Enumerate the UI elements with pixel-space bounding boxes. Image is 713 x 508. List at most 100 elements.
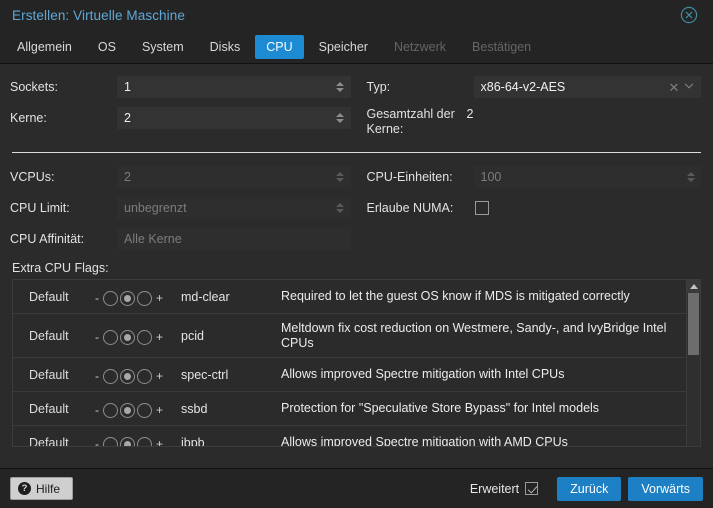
vcpus-spinner[interactable] bbox=[334, 168, 347, 186]
field-erlaube-numa: Erlaube NUMA: bbox=[367, 195, 702, 221]
advanced-column-left: VCPUs: 2 CPU Limit: unbegrenzt bbox=[10, 164, 357, 257]
field-kerne: Kerne: 2 bbox=[10, 105, 351, 131]
field-cpu-einheiten: CPU-Einheiten: 100 bbox=[367, 164, 702, 190]
back-button[interactable]: Zurück bbox=[557, 477, 621, 501]
table-row[interactable]: Default - + ssbd Protection for "Specula… bbox=[13, 392, 686, 426]
spinner-down-icon[interactable] bbox=[687, 178, 695, 182]
flags-rows: Default - + md-clear Required to let the… bbox=[13, 280, 686, 446]
radio-default[interactable] bbox=[120, 437, 135, 447]
advanced-label: Erweitert bbox=[470, 482, 519, 496]
table-row[interactable]: Default - + ibpb Allows improved Spectre… bbox=[13, 426, 686, 446]
spinner-up-icon[interactable] bbox=[336, 113, 344, 117]
spinner-up-icon[interactable] bbox=[687, 172, 695, 176]
form-column-right: Typ: x86-64-v2-AES ✕ Gesamtzahl der Kern… bbox=[357, 74, 704, 142]
cpu-einheiten-spinner[interactable] bbox=[684, 168, 697, 186]
flag-state-toggle[interactable]: - + bbox=[93, 366, 181, 384]
radio-on[interactable] bbox=[137, 437, 152, 447]
tab-disks[interactable]: Disks bbox=[199, 35, 252, 59]
table-row[interactable]: Default - + md-clear Required to let the… bbox=[13, 280, 686, 314]
erlaube-numa-label: Erlaube NUMA: bbox=[367, 201, 474, 215]
radio-on[interactable] bbox=[137, 403, 152, 418]
table-row[interactable]: Default - + spec-ctrl Allows improved Sp… bbox=[13, 358, 686, 392]
typ-select[interactable]: x86-64-v2-AES ✕ bbox=[474, 76, 702, 98]
vcpus-input[interactable]: 2 bbox=[117, 166, 351, 188]
advanced-toggle[interactable]: Erweitert bbox=[470, 482, 538, 496]
flags-table-scrollbar[interactable] bbox=[686, 280, 700, 446]
flag-default-label: Default bbox=[13, 436, 93, 447]
plus-sign: + bbox=[154, 403, 165, 417]
flag-state-toggle[interactable]: - + bbox=[93, 434, 181, 447]
minus-sign: - bbox=[93, 437, 101, 446]
plus-sign: + bbox=[154, 369, 165, 383]
tab-os[interactable]: OS bbox=[87, 35, 127, 59]
flag-state-toggle[interactable]: - + bbox=[93, 327, 181, 345]
radio-default[interactable] bbox=[120, 369, 135, 384]
minus-sign: - bbox=[93, 330, 101, 344]
spinner-down-icon[interactable] bbox=[336, 209, 344, 213]
spinner-down-icon[interactable] bbox=[336, 88, 344, 92]
advanced-checkbox[interactable] bbox=[525, 482, 538, 495]
dialog-title: Erstellen: Virtuelle Maschine bbox=[12, 8, 185, 23]
dialog-titlebar: Erstellen: Virtuelle Maschine bbox=[0, 0, 713, 30]
plus-sign: + bbox=[154, 291, 165, 305]
flag-name: md-clear bbox=[181, 290, 281, 304]
radio-on[interactable] bbox=[137, 369, 152, 384]
advanced-column-right: CPU-Einheiten: 100 Erlaube NUMA: bbox=[357, 164, 704, 257]
cpu-einheiten-input[interactable]: 100 bbox=[474, 166, 702, 188]
help-button[interactable]: ? Hilfe bbox=[10, 477, 73, 500]
radio-default[interactable] bbox=[120, 330, 135, 345]
tab-cpu[interactable]: CPU bbox=[255, 35, 303, 59]
field-sockets: Sockets: 1 bbox=[10, 74, 351, 100]
sockets-input[interactable]: 1 bbox=[117, 76, 351, 98]
radio-on[interactable] bbox=[137, 291, 152, 306]
field-cpu-limit: CPU Limit: unbegrenzt bbox=[10, 195, 351, 221]
scroll-up-arrow-icon[interactable] bbox=[687, 280, 700, 293]
radio-off[interactable] bbox=[103, 369, 118, 384]
field-gesamtzahl-kerne: Gesamtzahl der Kerne: 2 bbox=[367, 105, 702, 137]
flag-description: Allows improved Spectre mitigation with … bbox=[281, 435, 686, 446]
radio-on[interactable] bbox=[137, 330, 152, 345]
flag-default-label: Default bbox=[13, 290, 93, 304]
vcpus-label: VCPUs: bbox=[10, 170, 117, 184]
close-circle-icon[interactable] bbox=[679, 5, 699, 25]
cpu-limit-input[interactable]: unbegrenzt bbox=[117, 197, 351, 219]
typ-value: x86-64-v2-AES bbox=[481, 80, 668, 94]
tab-speicher[interactable]: Speicher bbox=[308, 35, 379, 59]
cpu-limit-spinner[interactable] bbox=[334, 199, 347, 217]
dialog-body: Sockets: 1 Kerne: 2 bbox=[0, 64, 713, 468]
radio-default[interactable] bbox=[120, 403, 135, 418]
radio-off[interactable] bbox=[103, 330, 118, 345]
tab-netzwerk: Netzwerk bbox=[383, 35, 457, 59]
field-vcpus: VCPUs: 2 bbox=[10, 164, 351, 190]
tab-allgemein[interactable]: Allgemein bbox=[6, 35, 83, 59]
clear-x-icon[interactable]: ✕ bbox=[667, 81, 681, 94]
help-button-label: Hilfe bbox=[36, 482, 60, 496]
table-row[interactable]: Default - + pcid Meltdown fix cost reduc… bbox=[13, 314, 686, 358]
spinner-down-icon[interactable] bbox=[336, 178, 344, 182]
radio-default[interactable] bbox=[120, 291, 135, 306]
dialog-footer: ? Hilfe Erweitert Zurück Vorwärts bbox=[0, 468, 713, 508]
radio-off[interactable] bbox=[103, 291, 118, 306]
cpu-affinitaet-input[interactable]: Alle Kerne bbox=[117, 228, 351, 250]
spinner-down-icon[interactable] bbox=[336, 119, 344, 123]
radio-off[interactable] bbox=[103, 437, 118, 447]
flag-state-toggle[interactable]: - + bbox=[93, 288, 181, 306]
forward-button[interactable]: Vorwärts bbox=[628, 477, 703, 501]
spinner-up-icon[interactable] bbox=[336, 82, 344, 86]
radio-off[interactable] bbox=[103, 403, 118, 418]
spinner-up-icon[interactable] bbox=[336, 172, 344, 176]
erlaube-numa-checkbox[interactable] bbox=[475, 201, 489, 215]
kerne-input[interactable]: 2 bbox=[117, 107, 351, 129]
form-column-left: Sockets: 1 Kerne: 2 bbox=[10, 74, 357, 142]
flag-state-toggle[interactable]: - + bbox=[93, 400, 181, 418]
flag-description: Meltdown fix cost reduction on Westmere,… bbox=[281, 321, 686, 351]
sockets-spinner[interactable] bbox=[334, 78, 347, 96]
spinner-up-icon[interactable] bbox=[336, 203, 344, 207]
flag-name: spec-ctrl bbox=[181, 368, 281, 382]
tab-system[interactable]: System bbox=[131, 35, 195, 59]
chevron-down-icon[interactable] bbox=[681, 84, 697, 90]
kerne-spinner[interactable] bbox=[334, 109, 347, 127]
scrollbar-thumb[interactable] bbox=[688, 293, 699, 355]
scrollbar-track[interactable] bbox=[687, 293, 700, 446]
form-top: Sockets: 1 Kerne: 2 bbox=[10, 74, 703, 142]
